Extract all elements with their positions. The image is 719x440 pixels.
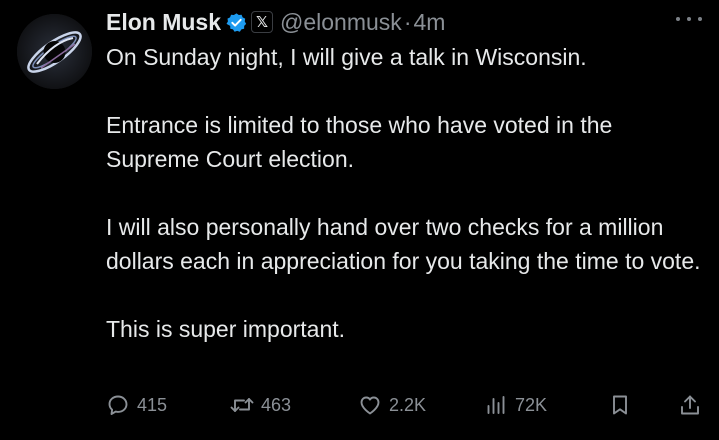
share-icon bbox=[677, 392, 703, 418]
post-header: Elon Musk 𝕏 @elonmusk · 4m bbox=[106, 6, 445, 38]
post-paragraph: I will also personally hand over two che… bbox=[106, 214, 701, 274]
analytics-icon bbox=[483, 392, 509, 418]
bookmark-icon bbox=[607, 392, 633, 418]
views-count: 72K bbox=[515, 394, 548, 415]
x-logo-icon: 𝕏 bbox=[251, 11, 274, 33]
post: Elon Musk 𝕏 @elonmusk · 4m On Sunday nig… bbox=[0, 0, 719, 440]
avatar[interactable] bbox=[17, 14, 92, 89]
author-display-name[interactable]: Elon Musk bbox=[106, 9, 221, 36]
repost-icon bbox=[229, 392, 255, 418]
avatar-image bbox=[17, 14, 92, 89]
heart-icon bbox=[357, 392, 383, 418]
bookmark-button[interactable] bbox=[607, 390, 633, 420]
action-bar: 415 463 2.2K 72K bbox=[105, 390, 705, 420]
repost-count: 463 bbox=[261, 394, 292, 415]
like-count: 2.2K bbox=[389, 394, 427, 415]
post-paragraph: Entrance is limited to those who have vo… bbox=[106, 112, 613, 172]
views-button[interactable]: 72K bbox=[483, 390, 547, 420]
reply-icon bbox=[105, 392, 131, 418]
share-button[interactable] bbox=[677, 390, 703, 420]
verified-badge-icon[interactable] bbox=[226, 12, 247, 33]
post-paragraph: This is super important. bbox=[106, 316, 346, 342]
like-button[interactable]: 2.2K bbox=[357, 390, 426, 420]
reply-button[interactable]: 415 bbox=[105, 390, 167, 420]
repost-button[interactable]: 463 bbox=[229, 390, 291, 420]
author-handle[interactable]: @elonmusk bbox=[280, 9, 402, 36]
more-options-icon[interactable] bbox=[676, 12, 702, 26]
separator-dot: · bbox=[403, 8, 412, 35]
post-text: On Sunday night, I will give a talk in W… bbox=[106, 40, 706, 346]
post-paragraph: On Sunday night, I will give a talk in W… bbox=[106, 44, 587, 70]
post-timestamp[interactable]: 4m bbox=[413, 9, 445, 36]
reply-count: 415 bbox=[137, 394, 168, 415]
